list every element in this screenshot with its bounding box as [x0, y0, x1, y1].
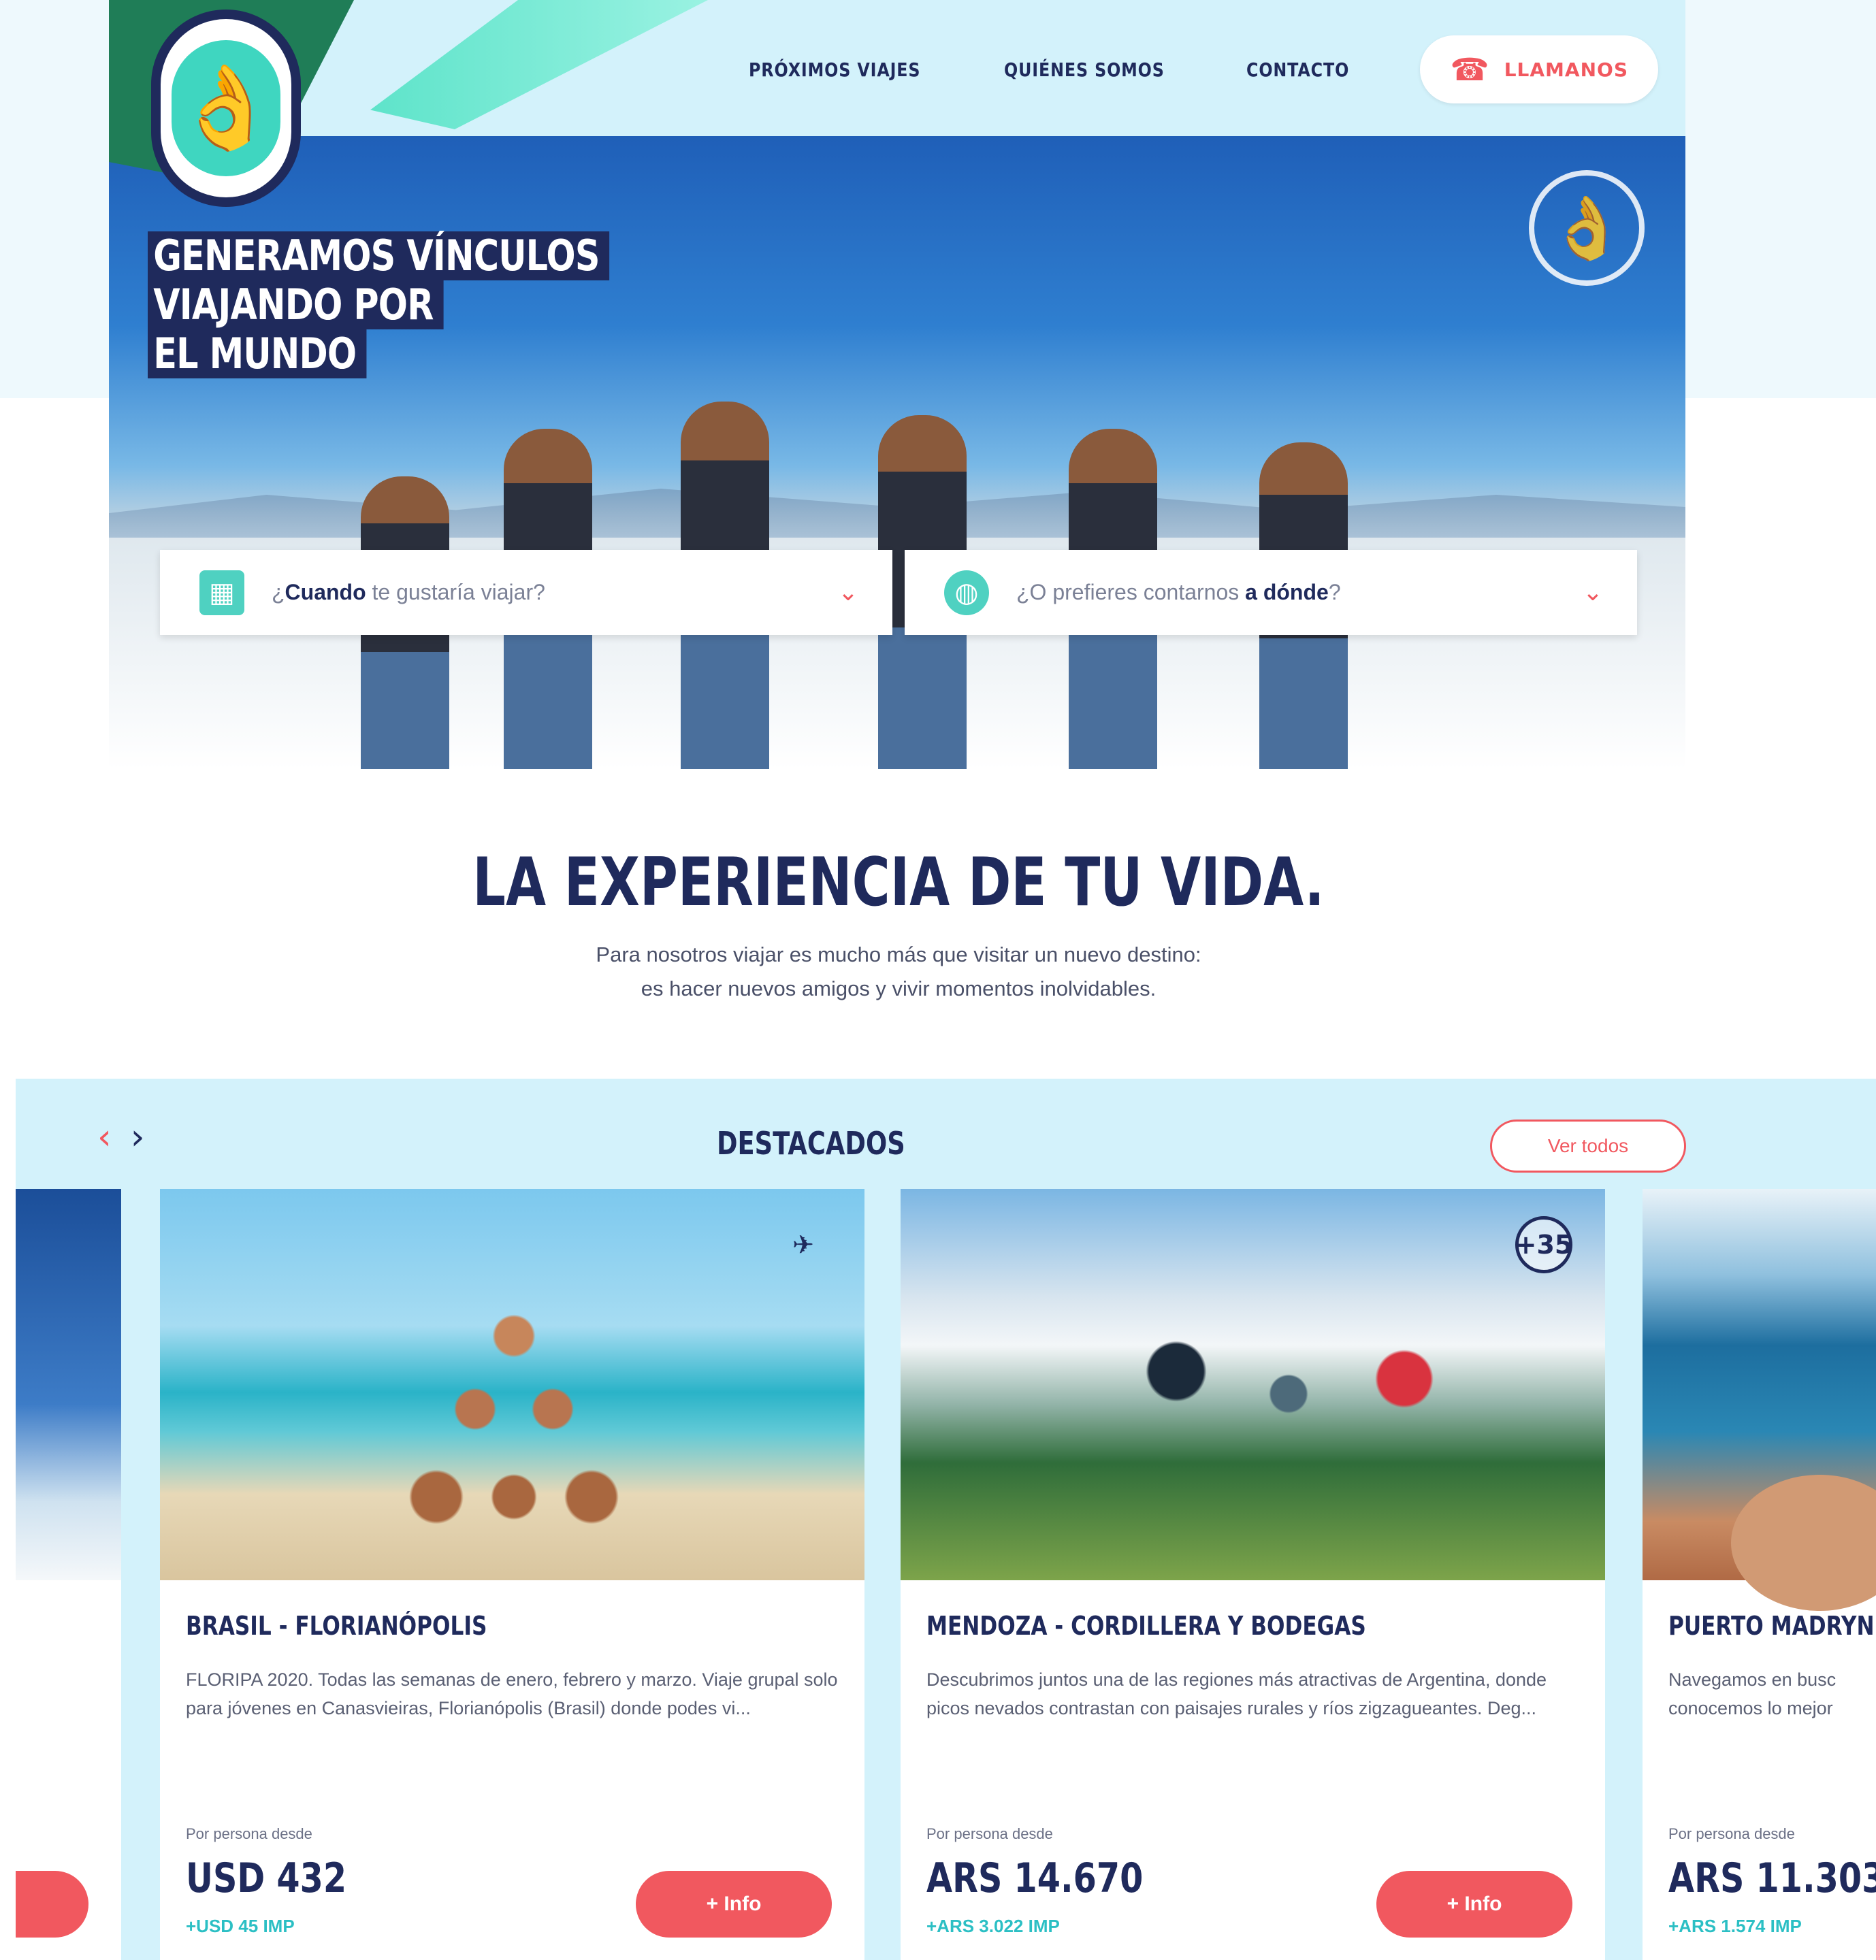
card-price-tax: +ARS 1.574 IMP: [1668, 1916, 1802, 1936]
card-price: ARS 14.670: [926, 1855, 1144, 1902]
logo-watermark-icon: 👌: [1529, 170, 1645, 286]
card-image: [16, 1189, 121, 1580]
trip-card-partial[interactable]: [16, 1189, 121, 1960]
nav-quienes-somos[interactable]: QUIÉNES SOMOS: [1004, 59, 1165, 81]
info-button[interactable]: + Info: [1376, 1871, 1572, 1938]
trip-card[interactable]: ✈ BRASIL - FLORIANÓPOLIS FLORIPA 2020. T…: [160, 1189, 864, 1960]
buenas-vibras-logo[interactable]: 👌: [151, 10, 301, 207]
card-price: ARS 11.303: [1668, 1855, 1876, 1902]
card-image: [1643, 1189, 1876, 1611]
carousel-arrows: ‹ ›: [97, 1120, 145, 1155]
intro-subtitle: Para nosotros viajar es mucho más que vi…: [0, 938, 1797, 1006]
where-dropdown-label: ¿O prefieres contarnos a dónde?: [1016, 580, 1341, 604]
featured-title: DESTACADOS: [717, 1125, 905, 1162]
chevron-down-icon: ⌄: [837, 578, 858, 606]
jumping-people: [1125, 1311, 1466, 1461]
card-price: USD 432: [186, 1855, 347, 1902]
featured-section: ‹ › DESTACADOS Ver todos ✈ BRASIL - FLOR…: [16, 1079, 1876, 1960]
chevron-left-icon[interactable]: ‹: [97, 1120, 112, 1155]
intro-title: LA EXPERIENCIA DE TU VIDA.: [472, 844, 1325, 921]
price-label: Por persona desde: [186, 1825, 312, 1842]
plane-icon: ✈: [792, 1230, 814, 1260]
price-label: Por persona desde: [1668, 1825, 1795, 1842]
card-price-tax: +ARS 3.022 IMP: [926, 1916, 1060, 1936]
card-price-tax: +USD 45 IMP: [186, 1916, 295, 1936]
view-all-button[interactable]: Ver todos: [1490, 1120, 1686, 1173]
calendar-icon: ▦: [199, 570, 244, 615]
trip-card[interactable]: +35 MENDOZA - CORDILLERA Y BODEGAS Descu…: [901, 1189, 1605, 1960]
price-label: Por persona desde: [926, 1825, 1053, 1842]
info-button[interactable]: + Info: [636, 1871, 832, 1938]
search-bar: ▦ ¿Cuando te gustaría viajar? ⌄ ◍ ¿O pre…: [160, 550, 1637, 635]
call-button[interactable]: ☎ LLAMANOS: [1420, 35, 1658, 103]
intro-line: Para nosotros viajar es mucho más que vi…: [596, 943, 1201, 966]
when-dropdown[interactable]: ▦ ¿Cuando te gustaría viajar? ⌄: [160, 550, 892, 635]
age-badge: +35: [1515, 1216, 1572, 1273]
hero: 👌 PRÓXIMOS VIAJES QUIÉNES SOMOS CONTACTO…: [109, 0, 1685, 769]
when-dropdown-label: ¿Cuando te gustaría viajar?: [272, 580, 545, 604]
tagline-line: VIAJANDO POR: [148, 280, 444, 329]
card-image: [160, 1189, 864, 1580]
card-description: Navegamos en busc conocemos lo mejor: [1668, 1669, 1837, 1718]
card-description: FLORIPA 2020. Todas las semanas de enero…: [186, 1669, 838, 1718]
nav-contacto[interactable]: CONTACTO: [1246, 59, 1349, 81]
hero-tagline: GENERAMOS VÍNCULOS VIAJANDO POR EL MUNDO: [148, 231, 711, 378]
nav-proximos-viajes[interactable]: PRÓXIMOS VIAJES: [749, 59, 920, 81]
human-pyramid: [385, 1277, 643, 1570]
chevron-right-icon[interactable]: ›: [131, 1120, 145, 1155]
info-button[interactable]: [16, 1871, 88, 1938]
card-title: PUERTO MADRYN JO: [1668, 1611, 1876, 1641]
card-description: Descubrimos juntos una de las regiones m…: [926, 1669, 1547, 1718]
tagline-line: GENERAMOS VÍNCULOS: [148, 231, 610, 280]
trip-card-partial[interactable]: PUERTO MADRYN JO Navegamos en busc conoc…: [1643, 1189, 1876, 1960]
card-title: MENDOZA - CORDILLERA Y BODEGAS: [926, 1611, 1366, 1641]
tagline-line: EL MUNDO: [148, 329, 367, 378]
card-title: BRASIL - FLORIANÓPOLIS: [186, 1611, 487, 1641]
phone-icon: ☎: [1450, 51, 1489, 88]
chevron-down-icon: ⌄: [1582, 578, 1603, 606]
card-image: [901, 1189, 1605, 1580]
intro-line: es hacer nuevos amigos y vivir momentos …: [641, 977, 1157, 1000]
where-dropdown[interactable]: ◍ ¿O prefieres contarnos a dónde? ⌄: [905, 550, 1637, 635]
globe-icon: ◍: [944, 570, 989, 615]
call-button-label: LLAMANOS: [1504, 58, 1628, 81]
main-nav: PRÓXIMOS VIAJES QUIÉNES SOMOS CONTACTO ☎…: [749, 35, 1658, 103]
ok-hand-icon: 👌: [172, 40, 280, 176]
person-photo: [1731, 1475, 1876, 1611]
